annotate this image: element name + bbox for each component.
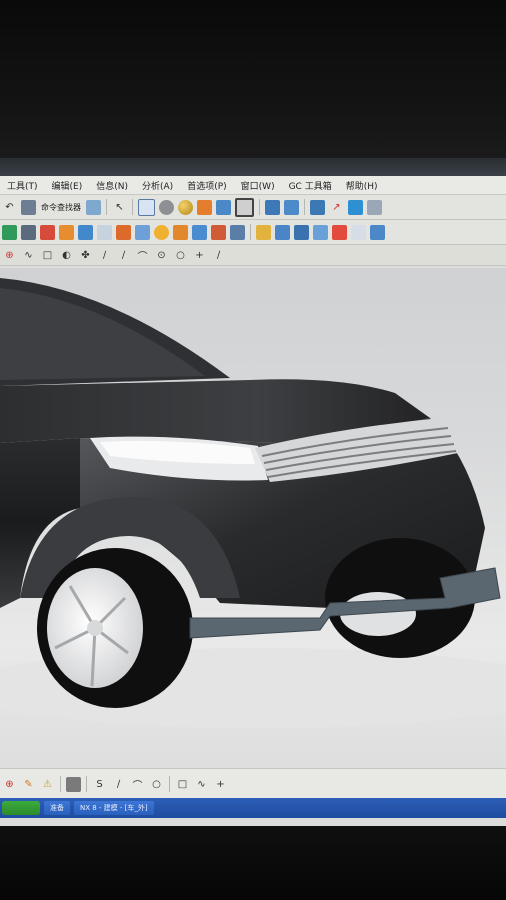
window-titlebar	[0, 158, 506, 176]
toolbar-separator	[169, 776, 170, 792]
front-wheel	[37, 548, 193, 708]
rectangle-icon[interactable]: □	[175, 777, 190, 792]
box-view-icon[interactable]	[135, 224, 150, 240]
menu-tools[interactable]: 工具(T)	[0, 179, 45, 192]
taskbar-item-nx[interactable]: NX 8 - 建模 - [车_外]	[74, 801, 154, 815]
toolbar-separator	[106, 199, 107, 215]
snap-icon[interactable]: ∿	[21, 248, 36, 263]
command-finder-label[interactable]: 命令查找器	[41, 202, 81, 213]
slash-icon[interactable]: ∕	[211, 248, 226, 263]
render-icon[interactable]: ✤	[78, 248, 93, 263]
taskbar-item-ready[interactable]: 准备	[44, 801, 70, 815]
menu-window[interactable]: 窗口(W)	[234, 179, 282, 192]
sketch-icon[interactable]: ↗	[329, 200, 344, 215]
feature-icon[interactable]	[351, 224, 366, 240]
menu-analysis[interactable]: 分析(A)	[135, 179, 180, 192]
render-icon[interactable]	[332, 224, 347, 240]
sketch-icon[interactable]	[313, 224, 328, 240]
toolbar-separator	[259, 199, 260, 215]
circle-icon[interactable]: ⊙	[154, 248, 169, 263]
snap-icon[interactable]	[86, 199, 101, 215]
measure-icon[interactable]	[284, 199, 299, 215]
sphere-icon[interactable]	[178, 199, 193, 215]
circle-icon[interactable]: ○	[173, 248, 188, 263]
toolbar-separator	[304, 199, 305, 215]
monitor-bezel-top	[0, 0, 506, 158]
color-swatch-icon[interactable]	[40, 224, 55, 240]
menu-help[interactable]: 帮助(H)	[339, 179, 385, 192]
arc-icon[interactable]: ⌒	[135, 248, 150, 263]
os-taskbar: 准备 NX 8 - 建模 - [车_外]	[0, 798, 506, 818]
shaded-icon[interactable]	[192, 224, 207, 240]
toolbar-separator	[60, 776, 61, 792]
feature-icon[interactable]	[173, 224, 188, 240]
standard-toolbar: ↶ 命令查找器 ↖ ↗	[0, 195, 506, 220]
windshield-glass	[0, 288, 205, 380]
surface-icon[interactable]	[348, 199, 363, 215]
line-icon[interactable]: ∕	[111, 777, 126, 792]
toolbar-separator	[86, 776, 87, 792]
snap-icon[interactable]: ✎	[21, 777, 36, 792]
graphics-viewport[interactable]	[0, 268, 506, 768]
shaded-icon[interactable]	[159, 199, 174, 215]
plus-icon[interactable]: +	[213, 777, 228, 792]
feature-icon[interactable]	[78, 224, 93, 240]
orange-cube-icon[interactable]	[197, 199, 212, 215]
measure-icon[interactable]	[230, 224, 245, 240]
render-icon[interactable]	[211, 224, 226, 240]
menu-edit[interactable]: 编辑(E)	[45, 179, 90, 192]
measure-icon[interactable]	[370, 224, 385, 240]
menu-preferences[interactable]: 首选项(P)	[180, 179, 233, 192]
menu-bar: 工具(T) 编辑(E) 信息(N) 分析(A) 首选项(P) 窗口(W) GC …	[0, 176, 506, 195]
color-swatch-icon[interactable]	[235, 197, 254, 217]
snap-toolbar: ⊕ ∿ □ ◐ ✤ ∕ ∕ ⌒ ⊙ ○ + ∕	[0, 245, 506, 266]
menu-info[interactable]: 信息(N)	[89, 179, 135, 192]
undo-icon[interactable]: ↶	[2, 200, 17, 215]
wireframe-icon[interactable]	[256, 224, 271, 240]
start-button[interactable]	[2, 801, 40, 815]
arc-icon[interactable]: ⌒	[130, 777, 145, 792]
selection-filter-icon[interactable]: ⊕	[2, 777, 17, 792]
command-finder-icon[interactable]	[21, 199, 36, 215]
pointer-icon[interactable]: ↖	[112, 200, 127, 215]
wireframe-icon[interactable]: □	[40, 248, 55, 263]
box-view-icon[interactable]	[59, 224, 74, 240]
layers-icon[interactable]	[66, 776, 81, 792]
screen: 工具(T) 编辑(E) 信息(N) 分析(A) 首选项(P) 窗口(W) GC …	[0, 158, 506, 826]
feature-toolbar	[0, 220, 506, 245]
orange-cube-icon[interactable]	[116, 224, 131, 240]
grid-icon[interactable]	[138, 198, 155, 216]
grid-icon[interactable]	[294, 224, 309, 240]
sketch-toolbar: ⊕ ✎ ⚠ S ∕ ⌒ ○ □ ∿ +	[0, 768, 506, 799]
sphere-icon[interactable]	[154, 224, 169, 240]
toolbar-separator	[132, 199, 133, 215]
box-view-icon[interactable]	[216, 199, 231, 215]
car-model	[0, 278, 506, 728]
surface-icon[interactable]	[97, 224, 112, 240]
toolbar-separator	[250, 224, 251, 240]
measure-icon[interactable]: ⚠	[40, 777, 55, 792]
sketch-icon[interactable]	[2, 224, 17, 240]
selection-filter-icon[interactable]: ⊕	[2, 248, 17, 263]
circle-icon[interactable]: ○	[149, 777, 164, 792]
surface-icon[interactable]	[275, 224, 290, 240]
feature-icon[interactable]	[265, 199, 280, 215]
menu-gc-toolbox[interactable]: GC 工具箱	[282, 179, 339, 192]
profile-icon[interactable]: S	[92, 777, 107, 792]
layers-icon[interactable]	[310, 199, 325, 215]
plus-icon[interactable]: +	[192, 248, 207, 263]
sketch-icon[interactable]: ∿	[194, 777, 209, 792]
render-icon[interactable]	[367, 199, 382, 215]
line-icon[interactable]: ∕	[97, 248, 112, 263]
line-icon[interactable]: ∕	[116, 248, 131, 263]
monitor-bezel-bottom	[0, 826, 506, 900]
layers-icon[interactable]	[21, 224, 36, 240]
shaded-icon[interactable]: ◐	[59, 248, 74, 263]
